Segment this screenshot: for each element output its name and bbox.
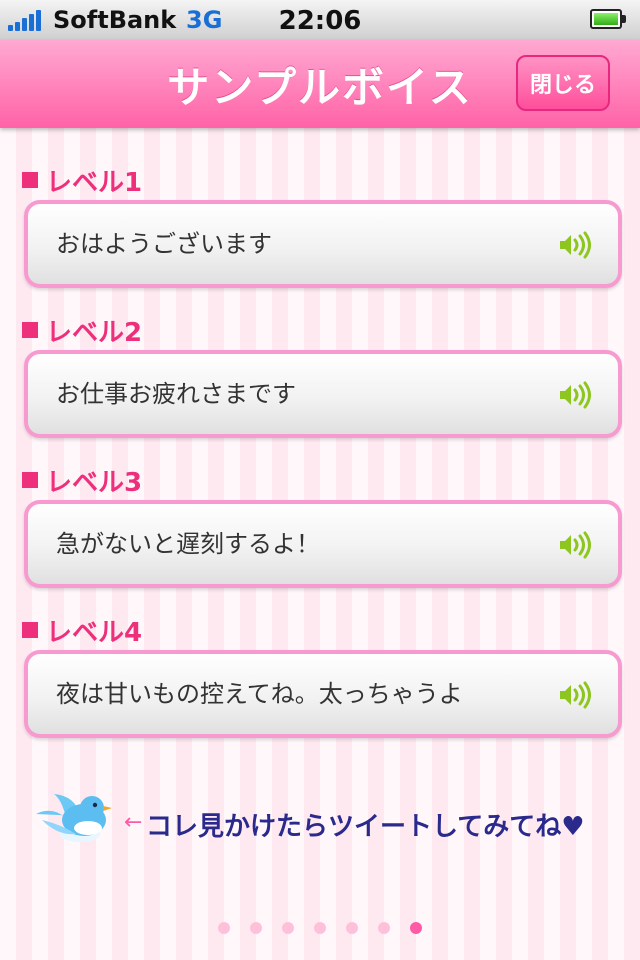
page-dot[interactable] (346, 922, 358, 934)
speaker-icon (560, 531, 591, 559)
nav-header: サンプルボイス 閉じる (0, 40, 640, 128)
bullet-square-icon (22, 472, 38, 488)
level-heading: レベル1 (22, 163, 143, 198)
arrow-left-icon: ← (124, 810, 143, 835)
level-label: レベル1 (46, 167, 143, 198)
voice-item-level-1[interactable]: おはようございます (24, 200, 622, 288)
speaker-icon (560, 381, 591, 409)
page-dot[interactable] (314, 922, 326, 934)
bullet-square-icon (22, 622, 38, 638)
close-button[interactable]: 閉じる (516, 55, 610, 111)
speaker-icon (560, 681, 591, 709)
status-bar: SoftBank 3G 22:06 (0, 0, 640, 41)
voice-text: お仕事お疲れさまです (56, 380, 296, 408)
page-indicator[interactable] (0, 922, 640, 934)
level-heading: レベル2 (22, 313, 143, 348)
voice-item-level-3[interactable]: 急がないと遅刻するよ！ (24, 500, 622, 588)
level-label: レベル4 (46, 617, 143, 648)
bullet-square-icon (22, 172, 38, 188)
level-label: レベル2 (46, 317, 143, 348)
level-heading: レベル3 (22, 463, 143, 498)
voice-text: おはようございます (56, 230, 272, 258)
page-dot[interactable] (378, 922, 390, 934)
status-time: 22:06 (278, 6, 362, 36)
heart-icon: ♥ (561, 812, 585, 842)
page-dot[interactable] (282, 922, 294, 934)
speaker-icon (560, 231, 591, 259)
voice-item-level-2[interactable]: お仕事お疲れさまです (24, 350, 622, 438)
level-heading: レベル4 (22, 613, 143, 648)
tweet-prompt: コレ見かけたらツイートしてみてね♥ (146, 806, 585, 843)
tweet-prompt-text: コレ見かけたらツイートしてみてね (146, 812, 562, 842)
level-label: レベル3 (46, 467, 143, 498)
voice-text: 夜は甘いもの控えてね。太っちゃうよ (56, 680, 463, 708)
bullet-square-icon (22, 322, 38, 338)
page-dot-active[interactable] (410, 922, 422, 934)
battery-icon (590, 9, 626, 29)
bird-icon[interactable] (32, 790, 112, 848)
page-dot[interactable] (218, 922, 230, 934)
voice-item-level-4[interactable]: 夜は甘いもの控えてね。太っちゃうよ (24, 650, 622, 738)
page-dot[interactable] (250, 922, 262, 934)
voice-text: 急がないと遅刻するよ！ (56, 530, 320, 558)
